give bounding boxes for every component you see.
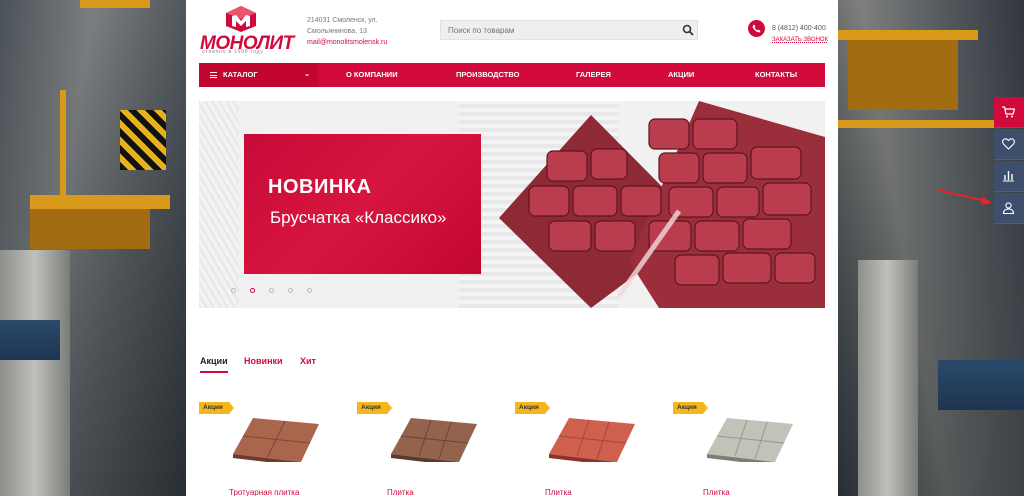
product-name[interactable]: Плитка [545, 488, 572, 496]
promo-subtitle: Брусчатка «Классико» [270, 208, 447, 227]
product-name[interactable]: Плитка [387, 488, 414, 496]
top-beam [80, 0, 150, 8]
address-line: 214031 Смоленск, ул. [307, 17, 378, 24]
page-container: МОНОЛИТ отлично в 1998 году 214031 Смоле… [186, 0, 838, 496]
chart-icon [1003, 171, 1014, 182]
concrete-pillar [0, 250, 70, 496]
product-image [707, 418, 793, 462]
nav-item-promotions[interactable]: АКЦИИ [668, 63, 694, 87]
sale-badge: Акция [357, 402, 392, 414]
promo-title: НОВИНКА [268, 176, 372, 198]
product-image [233, 418, 319, 462]
sale-badge: Акция [199, 402, 234, 414]
product-card[interactable]: Акция Тротуарная плитка [199, 400, 339, 496]
tab-underline [200, 371, 228, 373]
header: МОНОЛИТ отлично в 1998 году 214031 Смоле… [186, 0, 838, 62]
catalog-button[interactable]: КАТАЛОГ ⌄ [199, 63, 318, 87]
cart-icon [1002, 106, 1015, 118]
chevron-down-icon: ⌄ [304, 71, 310, 78]
tab-new[interactable]: Новинки [244, 356, 283, 366]
background-left [0, 0, 186, 496]
hazard-stripes [120, 110, 166, 170]
compare-button[interactable] [994, 161, 1024, 192]
background-right [838, 0, 1024, 496]
phone-number[interactable]: 8 (4812) 400-400 [772, 25, 826, 32]
crane-beam [30, 195, 170, 209]
search-box [440, 20, 698, 40]
phone-icon [748, 20, 765, 37]
product-card[interactable]: Акция Плитка [515, 400, 655, 496]
catalog-label: КАТАЛОГ [223, 70, 258, 79]
logo-tagline: отлично в 1998 году [202, 49, 264, 55]
logo-cube-icon [226, 6, 256, 32]
product-name[interactable]: Тротуарная плитка [229, 488, 299, 496]
ladder-rail [60, 90, 66, 200]
main-nav: КАТАЛОГ ⌄ О КОМПАНИИ ПРОИЗВОДСТВО ГАЛЕРЕ… [199, 63, 825, 87]
machine [0, 320, 60, 360]
address-line: Смольянинова, 13 [307, 28, 367, 35]
heart-icon [1002, 138, 1015, 150]
red-arrow-annotation [938, 189, 992, 205]
callback-link[interactable]: ЗАКАЗАТЬ ЗВОНОК [772, 37, 828, 43]
search-input[interactable] [441, 21, 677, 39]
sale-badge: Акция [515, 402, 550, 414]
slider-dot[interactable] [231, 288, 236, 293]
nav-item-about[interactable]: О КОМПАНИИ [346, 63, 398, 87]
promo-banner[interactable]: НОВИНКА Брусчатка «Классико» [244, 134, 481, 274]
user-icon [1002, 202, 1015, 214]
crane-beam [838, 30, 978, 40]
search-icon[interactable] [682, 24, 694, 36]
crane-body [30, 209, 150, 249]
slider-dot-active[interactable] [250, 288, 255, 293]
product-card[interactable]: Акция Плитка [673, 400, 813, 496]
nav-item-gallery[interactable]: ГАЛЕРЕЯ [576, 63, 611, 87]
product-image [549, 418, 635, 462]
paving-stones-image [499, 101, 825, 308]
crane-body [848, 40, 958, 110]
email-link[interactable]: mail@monolitsmolensk.ru [307, 37, 387, 48]
address-block: 214031 Смоленск, ул. Смольянинова, 13 ma… [307, 15, 387, 48]
machine [938, 360, 1024, 410]
hero-slider[interactable]: НОВИНКА Брусчатка «Классико» [199, 101, 825, 308]
nav-item-production[interactable]: ПРОИЗВОДСТВО [456, 63, 519, 87]
tab-hit[interactable]: Хит [300, 356, 316, 366]
tab-promotions[interactable]: Акции [200, 356, 228, 366]
slider-texture [199, 101, 239, 308]
slider-dot[interactable] [307, 288, 312, 293]
nav-item-contacts[interactable]: КОНТАКТЫ [755, 63, 797, 87]
product-image [391, 418, 477, 462]
logo[interactable]: МОНОЛИТ отлично в 1998 году [200, 6, 294, 55]
cart-button[interactable] [994, 97, 1024, 128]
slider-dot[interactable] [269, 288, 274, 293]
product-name[interactable]: Плитка [703, 488, 730, 496]
concrete-pillar [858, 260, 918, 496]
sale-badge: Акция [673, 402, 708, 414]
account-button[interactable] [994, 193, 1024, 224]
menu-icon [210, 72, 217, 78]
product-card[interactable]: Акция Плитка [357, 400, 497, 496]
favorites-button[interactable] [994, 129, 1024, 160]
slider-dot[interactable] [288, 288, 293, 293]
